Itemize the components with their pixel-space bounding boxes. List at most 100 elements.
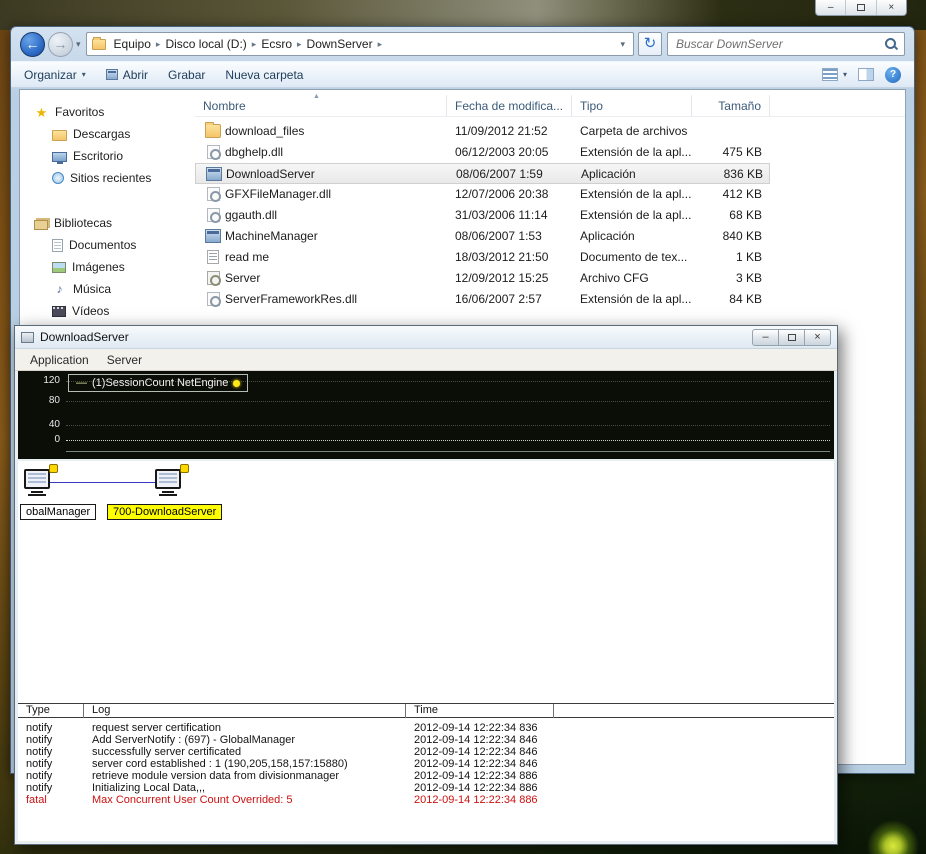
- desktop-icon: [52, 151, 67, 164]
- file-date: 06/12/2003 20:05: [455, 145, 549, 159]
- maximize-button[interactable]: [778, 328, 805, 346]
- recent-places-icon: [52, 172, 64, 184]
- file-row-dbghelp[interactable]: dbghelp.dll 06/12/2003 20:05 Extensión d…: [195, 142, 770, 163]
- globalmanager-node-icon[interactable]: [24, 464, 60, 502]
- sidebar-item-musica[interactable]: ♪ Música: [20, 278, 195, 300]
- new-folder-button[interactable]: Nueva carpeta: [225, 68, 303, 82]
- computer-icon: [155, 469, 181, 489]
- refresh-button[interactable]: ↻: [638, 32, 662, 56]
- session-count-chart: 120 80 40 0 — (1)SessionCount NetEngine: [18, 371, 834, 459]
- file-size: 68 KB: [729, 208, 762, 222]
- file-type: Extensión de la apl...: [580, 187, 692, 201]
- column-header-tipo[interactable]: Tipo: [572, 95, 692, 117]
- x-axis: [66, 451, 830, 452]
- refresh-icon: ↻: [643, 35, 657, 52]
- file-type: Documento de tex...: [580, 250, 688, 264]
- file-row-read-me[interactable]: read me 18/03/2012 21:50 Documento de te…: [195, 247, 770, 268]
- log-column-type[interactable]: Type: [18, 704, 84, 718]
- organize-button[interactable]: Organizar ▾: [24, 68, 86, 82]
- sidebar-item-bibliotecas[interactable]: Bibliotecas: [20, 213, 195, 234]
- gridline: [66, 401, 830, 402]
- computer-icon-base: [162, 491, 174, 493]
- burn-button[interactable]: Grabar: [168, 68, 205, 82]
- minimize-icon: –: [827, 1, 834, 13]
- minimize-button[interactable]: –: [816, 0, 847, 15]
- application-icon: [205, 229, 221, 243]
- file-date: 12/07/2006 20:38: [455, 187, 549, 201]
- app-icon: [21, 331, 34, 343]
- file-date: 08/06/2007 1:53: [455, 229, 542, 243]
- forward-arrow-icon: →: [53, 35, 68, 52]
- documentos-label: Documentos: [69, 238, 137, 252]
- sidebar-item-escritorio[interactable]: Escritorio: [20, 145, 195, 167]
- sidebar-item-descargas[interactable]: Descargas: [20, 123, 195, 145]
- downloadserver-node-label[interactable]: 700-DownloadServer: [107, 504, 223, 520]
- file-row-serverframeworkres[interactable]: ServerFrameworkRes.dll 16/06/2007 2:57 E…: [195, 289, 770, 310]
- recent-pages-dropdown[interactable]: ▾: [76, 39, 81, 50]
- preview-pane-button[interactable]: [858, 68, 874, 81]
- column-header-fecha[interactable]: Fecha de modifica...: [447, 95, 572, 117]
- menu-server[interactable]: Server: [98, 351, 151, 369]
- music-icon: ♪: [56, 281, 63, 296]
- sidebar-item-videos[interactable]: Vídeos: [20, 300, 195, 322]
- close-button[interactable]: ×: [804, 328, 831, 346]
- minimize-button[interactable]: –: [752, 328, 779, 346]
- libraries-section: Bibliotecas Documentos Imágenes ♪ Música…: [20, 213, 195, 322]
- close-button[interactable]: ×: [877, 0, 906, 15]
- sidebar-item-imagenes[interactable]: Imágenes: [20, 256, 195, 278]
- file-row-machinemanager[interactable]: MachineManager 08/06/2007 1:53 Aplicació…: [195, 226, 770, 247]
- file-row-download-files[interactable]: download_files 11/09/2012 21:52 Carpeta …: [195, 121, 770, 142]
- log-message: request server certification: [92, 722, 221, 734]
- open-label: Abrir: [122, 67, 149, 82]
- sidebar-item-documentos[interactable]: Documentos: [20, 234, 195, 256]
- back-button[interactable]: ←: [20, 31, 45, 57]
- breadcrumb-ecsro[interactable]: Ecsro: [256, 37, 297, 51]
- file-name: ServerFrameworkRes.dll: [225, 292, 358, 306]
- sidebar-item-favoritos[interactable]: ★ Favoritos: [20, 102, 195, 123]
- file-row-downloadserver[interactable]: DownloadServer 08/06/2007 1:59 Aplicació…: [195, 163, 770, 184]
- open-button[interactable]: Abrir: [105, 67, 149, 82]
- burn-label: Grabar: [168, 67, 206, 82]
- forward-button[interactable]: →: [48, 31, 73, 57]
- log-column-log[interactable]: Log: [84, 704, 406, 718]
- videos-icon: [52, 306, 66, 317]
- column-header-tamano[interactable]: Tamaño: [692, 95, 770, 117]
- breadcrumb-downserver[interactable]: DownServer: [302, 37, 378, 51]
- file-name: download_files: [225, 124, 305, 138]
- computer-icon-base: [31, 491, 43, 493]
- app-title-bar[interactable]: DownloadServer – ×: [15, 326, 837, 349]
- address-bar[interactable]: Equipo ▸ Disco local (D:) ▸ Ecsro ▸ Down…: [85, 32, 634, 56]
- maximize-icon: [787, 333, 796, 341]
- back-arrow-icon: ←: [25, 35, 40, 52]
- change-view-button[interactable]: ▾: [821, 68, 847, 81]
- sidebar-item-sitios-recientes[interactable]: Sitios recientes: [20, 167, 195, 189]
- computer-icon-base: [28, 494, 46, 496]
- file-name: ggauth.dll: [225, 208, 278, 222]
- file-row-server[interactable]: Server 12/09/2012 15:25 Archivo CFG 3 KB: [195, 268, 770, 289]
- search-icon[interactable]: [885, 37, 898, 51]
- file-row-ggauth[interactable]: ggauth.dll 31/03/2006 11:14 Extensión de…: [195, 205, 770, 226]
- star-icon: ★: [35, 104, 48, 120]
- menu-application[interactable]: Application: [21, 351, 98, 369]
- globalmanager-node-label[interactable]: obalManager: [20, 504, 97, 520]
- address-history-dropdown[interactable]: ▾: [617, 39, 628, 50]
- file-name: dbghelp.dll: [225, 145, 284, 159]
- search-input[interactable]: [674, 36, 885, 52]
- pictures-icon: [52, 262, 66, 273]
- background-window-controls: – ×: [815, 0, 907, 16]
- downloadserver-node-icon[interactable]: [155, 464, 191, 502]
- downloadserver-window: DownloadServer – × Application Server 12…: [14, 325, 838, 845]
- file-type: Archivo CFG: [580, 271, 649, 285]
- log-column-time[interactable]: Time: [406, 704, 554, 718]
- chevron-down-icon: ▾: [81, 70, 86, 79]
- column-header-nombre[interactable]: Nombre: [195, 95, 447, 117]
- breadcrumb-disco-local[interactable]: Disco local (D:): [160, 37, 251, 51]
- maximize-button[interactable]: [846, 0, 877, 15]
- help-button[interactable]: ?: [885, 66, 901, 83]
- file-row-gfxfilemanager[interactable]: GFXFileManager.dll 12/07/2006 20:38 Exte…: [195, 184, 770, 205]
- log-type: notify: [26, 746, 53, 758]
- log-time: 2012-09-14 12:22:34 846: [414, 758, 538, 770]
- log-time: 2012-09-14 12:22:34 886: [414, 794, 538, 806]
- breadcrumb-equipo[interactable]: Equipo: [109, 37, 156, 51]
- favorites-label: Favoritos: [55, 105, 105, 119]
